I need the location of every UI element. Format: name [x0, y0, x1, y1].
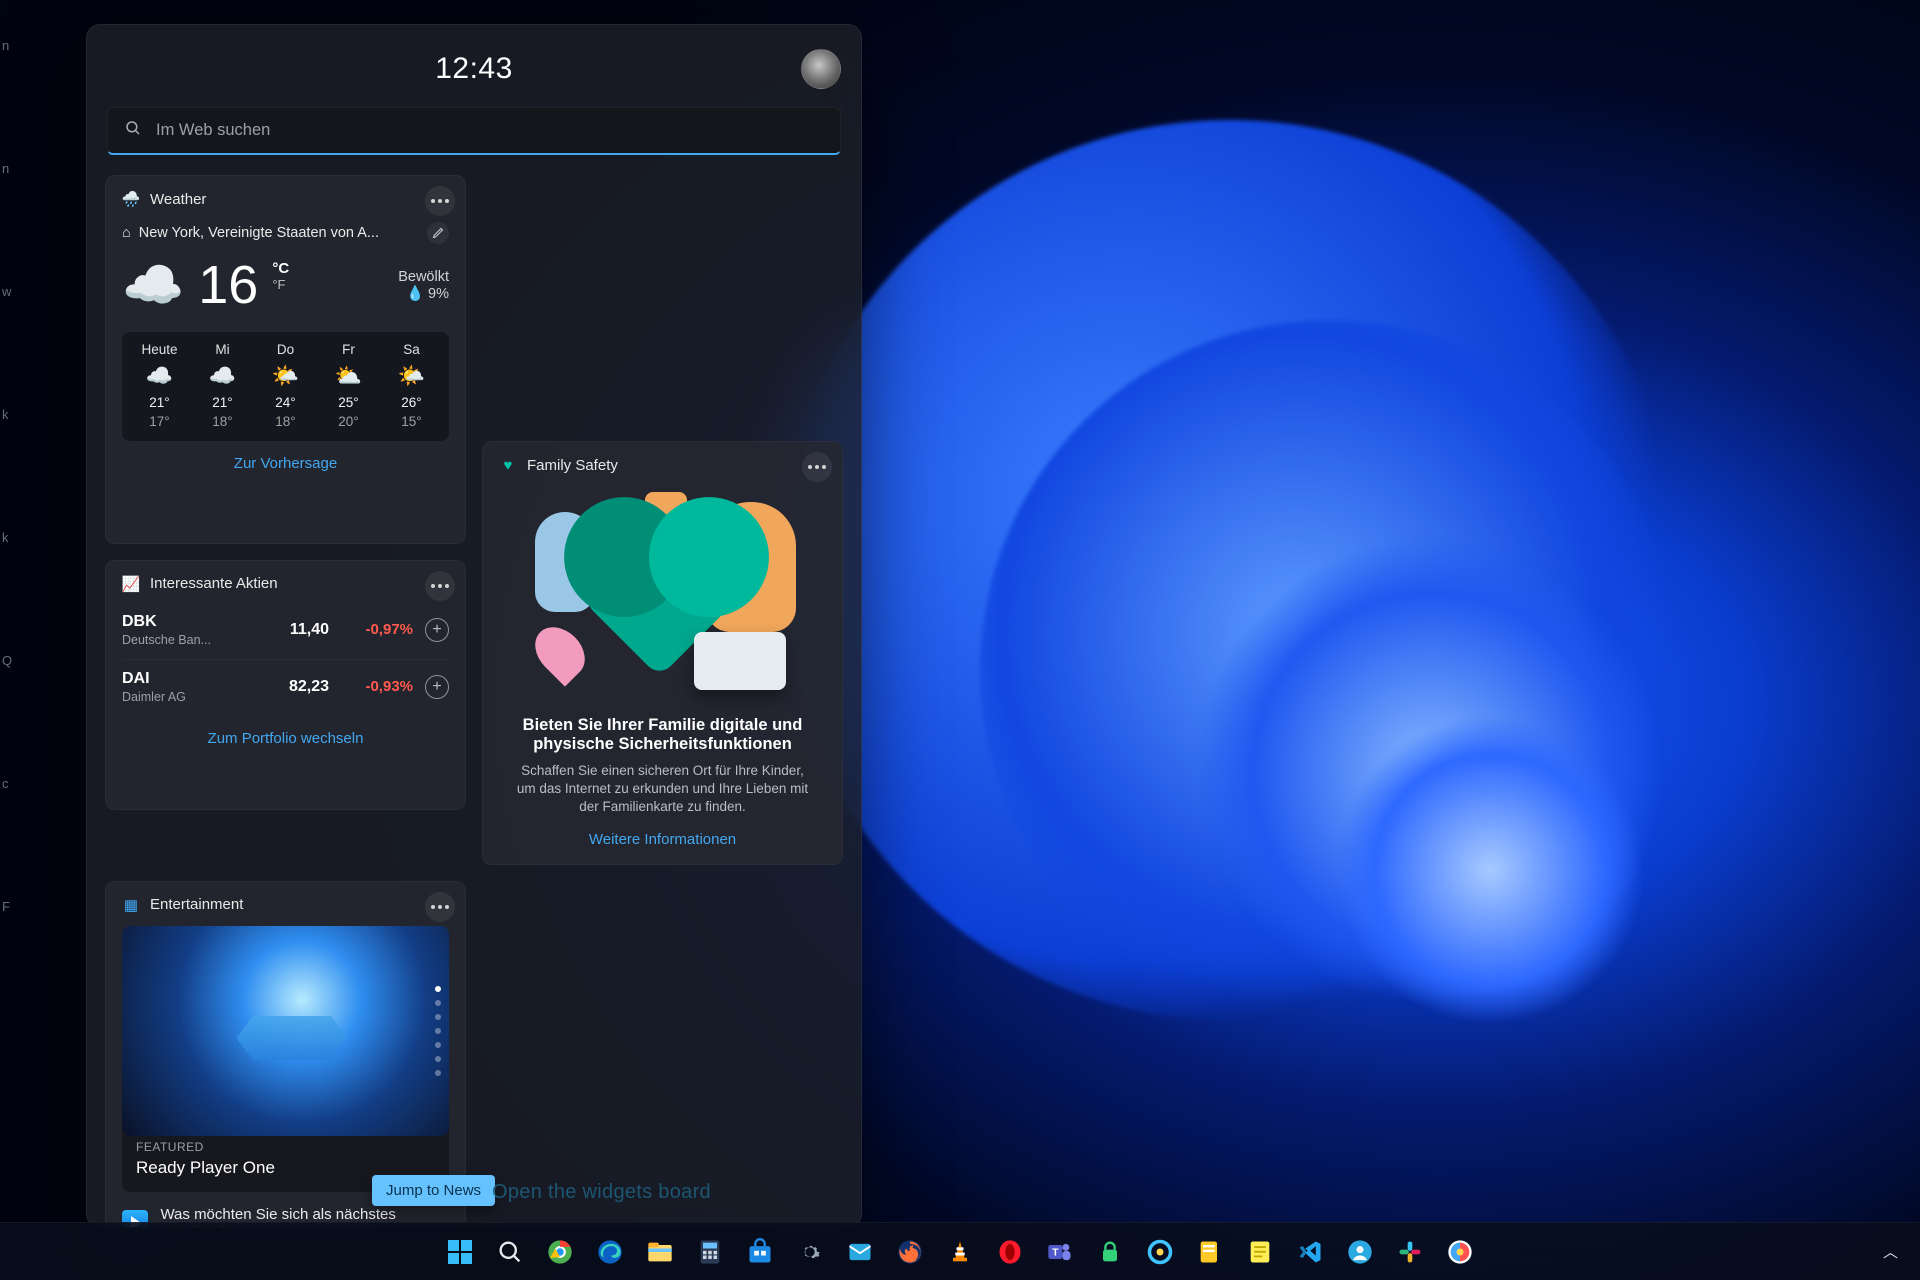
weather-icon: 🌧️ [122, 190, 140, 208]
family-safety-icon: ♥ [499, 456, 517, 474]
tray-overflow-button[interactable]: ︿ [1875, 1235, 1906, 1268]
widget-more-button[interactable] [802, 452, 832, 482]
family-headline: Bieten Sie Ihrer Familie digitale und ph… [499, 716, 826, 754]
widget-title: Interessante Aktien [150, 575, 278, 592]
taskbar-teams2-icon[interactable] [1340, 1232, 1380, 1272]
taskbar-settings-icon[interactable] [790, 1232, 830, 1272]
widget-title: Entertainment [150, 896, 243, 913]
featured-label: FEATURED [136, 1140, 435, 1154]
entertainment-icon: ▦ [122, 896, 140, 914]
weather-location: New York, Vereinigte Staaten von A... [139, 225, 379, 241]
home-icon: ⌂ [122, 225, 131, 241]
taskbar-store-icon[interactable] [740, 1232, 780, 1272]
taskbar-search-icon[interactable] [490, 1232, 530, 1272]
taskbar-explorer-icon[interactable] [640, 1232, 680, 1272]
taskbar-start-icon[interactable] [440, 1232, 480, 1272]
wallpaper-bloom [1320, 700, 1660, 1040]
taskbar-lock-icon[interactable] [1090, 1232, 1130, 1272]
forecast-row: Heute☁️21°17°Mi☁️21°18°Do🌤️24°18°Fr⛅25°2… [122, 332, 449, 441]
family-description: Schaffen Sie einen sicheren Ort für Ihre… [499, 754, 826, 817]
svg-text:T: T [1052, 1246, 1059, 1258]
unit-celsius[interactable]: °C [272, 260, 289, 277]
weather-widget[interactable]: 🌧️ Weather ⌂ New York, Vereinigte Staate… [105, 175, 466, 544]
widget-more-button[interactable] [425, 186, 455, 216]
profile-avatar[interactable] [801, 49, 841, 89]
forecast-day[interactable]: Mi☁️21°18° [191, 342, 254, 429]
edit-location-button[interactable] [427, 222, 449, 244]
forecast-day[interactable]: Heute☁️21°17° [128, 342, 191, 429]
stocks-widget[interactable]: 📈 Interessante Aktien DBKDeutsche Ban...… [105, 560, 466, 810]
taskbar-speccy-icon[interactable] [1140, 1232, 1180, 1272]
taskbar-slack-icon[interactable] [1390, 1232, 1430, 1272]
carousel-dots[interactable] [435, 986, 441, 1076]
widget-title: Family Safety [527, 457, 618, 474]
add-stock-button[interactable]: + [425, 618, 449, 642]
jump-to-news-tooltip[interactable]: Jump to News [372, 1175, 495, 1206]
widget-more-button[interactable] [425, 571, 455, 601]
family-safety-illustration [495, 486, 830, 706]
widgets-board-caption: Open the widgets board [492, 1181, 711, 1204]
taskbar-opera-icon[interactable] [990, 1232, 1030, 1272]
taskbar-chrome-icon[interactable] [540, 1232, 580, 1272]
widget-more-button[interactable] [425, 892, 455, 922]
precip-text: 💧 9% [398, 285, 449, 302]
family-safety-widget[interactable]: ♥ Family Safety Bieten Sie Ihrer Familie… [482, 441, 843, 865]
current-temperature: 16 [198, 254, 258, 316]
taskbar-notes-icon[interactable] [1240, 1232, 1280, 1272]
forecast-day[interactable]: Sa🌤️26°15° [380, 342, 443, 429]
condition-text: Bewölkt [398, 269, 449, 285]
portfolio-link[interactable]: Zum Portfolio wechseln [122, 730, 449, 747]
current-condition-icon: ☁️ [122, 260, 184, 310]
featured-poster[interactable] [122, 926, 449, 1136]
stock-row[interactable]: DBKDeutsche Ban... 11,40 -0,97% + [122, 603, 449, 660]
forecast-day[interactable]: Do🌤️24°18° [254, 342, 317, 429]
taskbar-app-icon[interactable] [1440, 1232, 1480, 1272]
forecast-day[interactable]: Fr⛅25°20° [317, 342, 380, 429]
unit-fahrenheit[interactable]: °F [272, 277, 289, 292]
add-stock-button[interactable]: + [425, 675, 449, 699]
desktop-icon-column: nnwkkQcF [0, 38, 20, 1238]
taskbar-vlc-icon[interactable] [940, 1232, 980, 1272]
taskbar: T ︿ [0, 1222, 1920, 1280]
widgets-clock: 12:43 [435, 52, 513, 86]
web-search-input[interactable] [156, 121, 824, 140]
stocks-icon: 📈 [122, 575, 140, 593]
taskbar-vscode-icon[interactable] [1290, 1232, 1330, 1272]
web-search-bar[interactable] [107, 107, 841, 155]
taskbar-files-icon[interactable] [1190, 1232, 1230, 1272]
widgets-panel: 12:43 🌧️ Weather ⌂ New York, Vereinigte … [86, 24, 862, 1228]
taskbar-firefox-icon[interactable] [890, 1232, 930, 1272]
stock-row[interactable]: DAIDaimler AG 82,23 -0,93% + [122, 660, 449, 716]
taskbar-teams-icon[interactable]: T [1040, 1232, 1080, 1272]
search-icon [124, 119, 142, 142]
family-learn-more-link[interactable]: Weitere Informationen [499, 831, 826, 848]
forecast-link[interactable]: Zur Vorhersage [122, 455, 449, 472]
taskbar-edge-icon[interactable] [590, 1232, 630, 1272]
taskbar-mail-icon[interactable] [840, 1232, 880, 1272]
widget-title: Weather [150, 191, 206, 208]
taskbar-calculator-icon[interactable] [690, 1232, 730, 1272]
